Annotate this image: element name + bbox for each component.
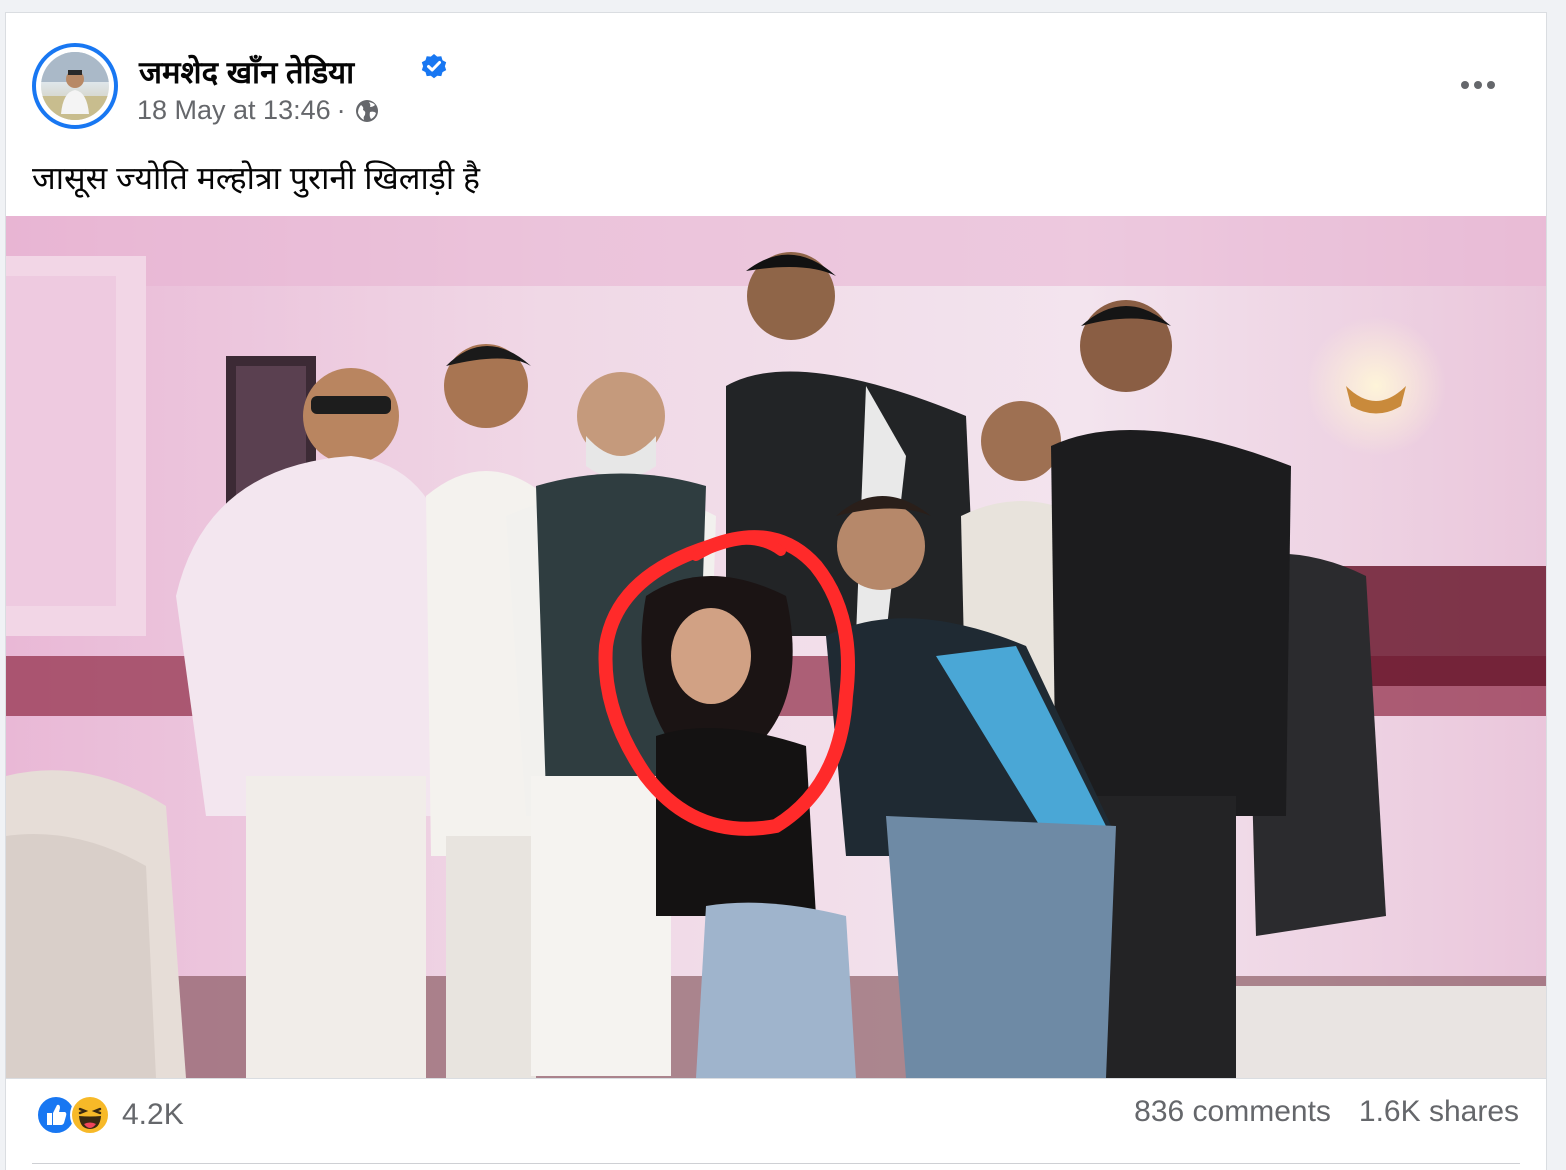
- avatar-photo: [41, 52, 109, 120]
- group-photo-illustration: [6, 216, 1546, 1078]
- post-timestamp[interactable]: 18 May at 13:46: [137, 95, 331, 126]
- globe-icon[interactable]: [354, 98, 380, 124]
- author-name[interactable]: जमशेद खाँन तेडिया: [139, 51, 354, 93]
- facebook-post: जमशेद खाँन तेडिया 18 May at 13:46 · जासू…: [5, 12, 1547, 1170]
- more-options-button[interactable]: [1454, 69, 1502, 101]
- more-options-icon: [1461, 81, 1495, 89]
- actions-divider: [32, 1163, 1520, 1164]
- reactions-summary[interactable]: 4.2K: [36, 1093, 184, 1137]
- post-photo[interactable]: [6, 216, 1546, 1078]
- shares-count-link[interactable]: 1.6K shares: [1359, 1095, 1519, 1129]
- comments-count-link[interactable]: 836 comments: [1134, 1095, 1331, 1129]
- verified-badge-icon: [421, 54, 447, 79]
- post-caption: जासूस ज्योति मल्होत्रा पुरानी खिलाड़ी है: [32, 160, 481, 196]
- post-meta: 18 May at 13:46 ·: [137, 95, 380, 126]
- meta-separator: ·: [336, 95, 346, 125]
- author-avatar[interactable]: [32, 43, 118, 129]
- haha-icon: [70, 1095, 110, 1135]
- reaction-count: 4.2K: [122, 1098, 184, 1131]
- engagement-stats: 836 comments 1.6K shares: [1134, 1095, 1519, 1129]
- photo-divider: [6, 1078, 1546, 1079]
